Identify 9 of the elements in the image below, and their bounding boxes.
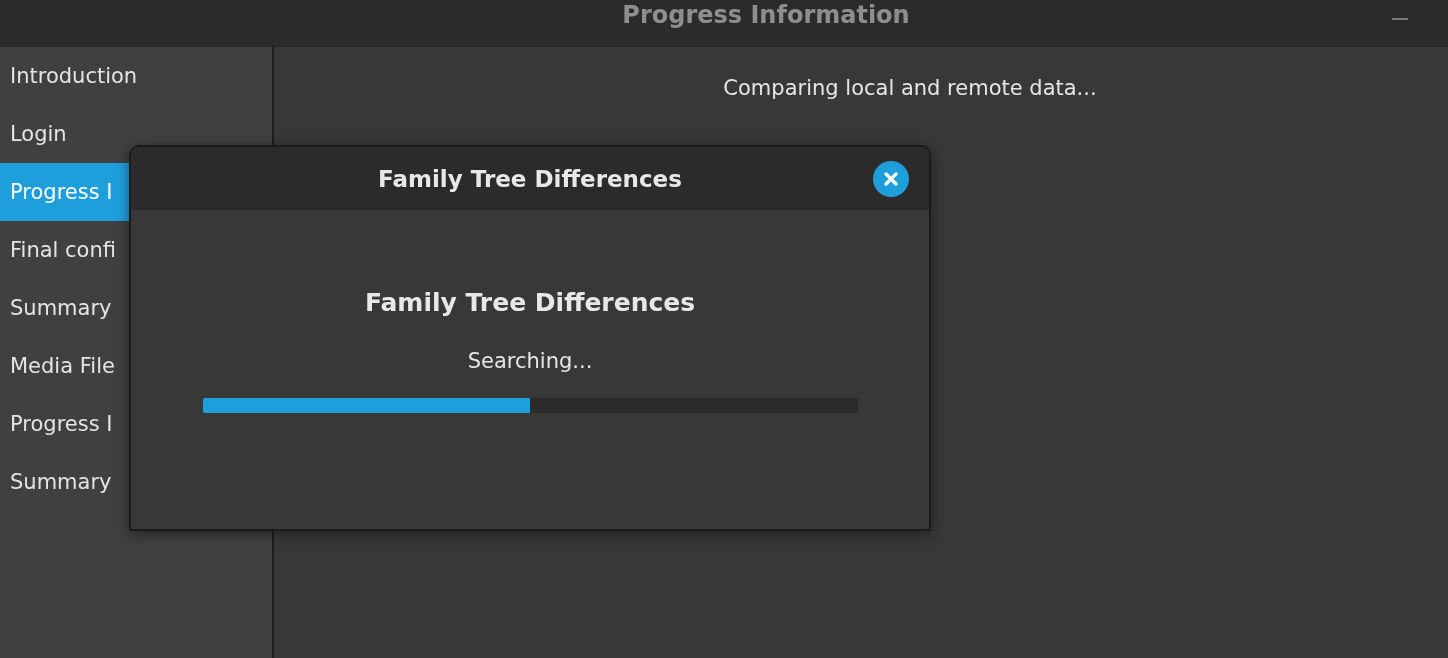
window-title: Progress Information xyxy=(621,0,911,30)
status-message: Comparing local and remote data... xyxy=(723,75,1097,102)
close-icon xyxy=(884,171,898,186)
dialog-heading: Family Tree Differences xyxy=(364,287,696,319)
close-button[interactable] xyxy=(873,160,909,197)
dialog-title: Family Tree Differences xyxy=(377,164,683,194)
sidebar-item[interactable]: Introduction xyxy=(0,47,272,105)
progress-status: Searching... xyxy=(467,348,593,375)
minimize-icon xyxy=(1392,18,1408,20)
